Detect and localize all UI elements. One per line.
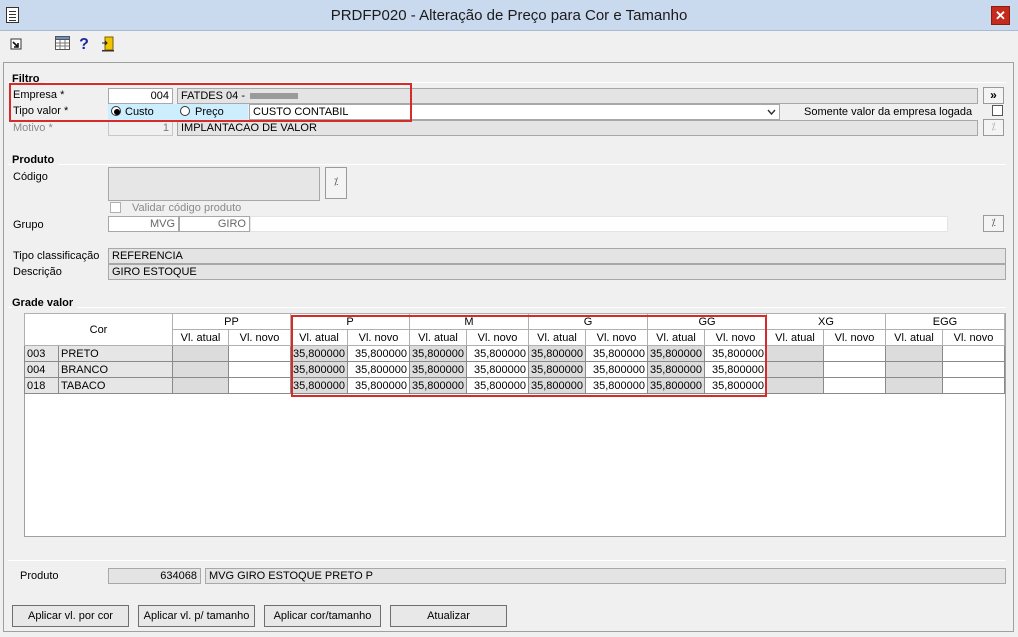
grupo-code2-input[interactable]: GIRO: [179, 216, 250, 232]
grupo-label: Grupo: [13, 219, 44, 231]
produto-title: Produto: [12, 154, 59, 166]
somente-empresa-checkbox[interactable]: [992, 105, 1003, 116]
highlight-grade-box: [291, 315, 767, 397]
cor-code-cell: 003: [24, 345, 59, 362]
vl-atual-cell: [766, 345, 824, 362]
cor-code-cell: 018: [24, 377, 59, 394]
vl-novo-cell[interactable]: [823, 345, 886, 362]
vl-novo-cell[interactable]: [228, 361, 291, 378]
cor-name-cell: BRANCO: [58, 361, 173, 378]
footer-produto-desc: MVG GIRO ESTOQUE PRETO P: [205, 568, 1006, 584]
highlight-filtro-box: [9, 83, 412, 122]
codigo-search-button[interactable]: ⁒: [325, 167, 347, 199]
grade-title: Grade valor: [12, 297, 78, 309]
footer-produto-code: 634068: [108, 568, 201, 584]
vl-novo-cell[interactable]: [942, 361, 1005, 378]
vl-atual-cell: [766, 361, 824, 378]
vl-novo-cell[interactable]: [228, 377, 291, 394]
grupo-code-input[interactable]: MVG: [108, 216, 179, 232]
aplicar-cor-tamanho-button[interactable]: Aplicar cor/tamanho: [264, 605, 381, 627]
expand-button[interactable]: »: [983, 87, 1004, 104]
tipo-classificacao-label: Tipo classificação: [13, 250, 100, 262]
vl-novo-cell[interactable]: [823, 377, 886, 394]
cor-name-cell: TABACO: [58, 377, 173, 394]
vl-atual-cell: [172, 377, 229, 394]
atualizar-button[interactable]: Atualizar: [390, 605, 507, 627]
calendar-grid-icon[interactable]: [54, 36, 70, 54]
validar-codigo-label: Validar código produto: [132, 202, 242, 214]
window-title: PRDFP020 - Alteração de Preço para Cor e…: [330, 7, 688, 24]
size-header-egg: EGG: [885, 313, 1005, 330]
vl-atual-cell: [885, 361, 943, 378]
aplicar-por-cor-button[interactable]: Aplicar vl. por cor: [12, 605, 129, 627]
vl-novo-header: Vl. novo: [942, 329, 1005, 346]
toolbar: ?: [0, 31, 1018, 59]
grupo-desc-field: [250, 216, 948, 232]
vl-atual-header: Vl. atual: [172, 329, 229, 346]
close-button[interactable]: ✕: [991, 6, 1010, 25]
motivo-code-input[interactable]: 1: [108, 120, 173, 136]
vl-novo-cell[interactable]: [823, 361, 886, 378]
tipo-classificacao-field: REFERENCIA: [108, 248, 1006, 264]
footer-separator: [8, 560, 1006, 561]
validar-codigo-checkbox[interactable]: [110, 202, 121, 213]
aplicar-por-tamanho-button[interactable]: Aplicar vl. p/ tamanho: [138, 605, 255, 627]
motivo-search-button[interactable]: ⁒: [983, 119, 1004, 136]
cor-code-cell: 004: [24, 361, 59, 378]
descricao-label: Descrição: [13, 266, 62, 278]
grade-separator: [8, 307, 1006, 308]
somente-empresa-label: Somente valor da empresa logada: [804, 106, 973, 118]
help-icon[interactable]: ?: [78, 36, 90, 54]
codigo-input[interactable]: [108, 167, 320, 201]
descricao-field: GIRO ESTOQUE: [108, 264, 1006, 280]
vl-atual-cell: [766, 377, 824, 394]
size-header-pp: PP: [172, 313, 291, 330]
cor-name-cell: PRETO: [58, 345, 173, 362]
vl-atual-cell: [172, 345, 229, 362]
exit-door-icon[interactable]: [100, 36, 116, 54]
produto-separator: [8, 164, 1006, 165]
size-header-xg: XG: [766, 313, 886, 330]
codigo-label: Código: [13, 171, 48, 183]
grupo-search-button[interactable]: ⁒: [983, 215, 1004, 232]
motivo-label: Motivo *: [13, 122, 53, 134]
vl-atual-cell: [885, 377, 943, 394]
vl-atual-cell: [885, 345, 943, 362]
vl-atual-header: Vl. atual: [766, 329, 824, 346]
vl-atual-header: Vl. atual: [885, 329, 943, 346]
vl-novo-cell[interactable]: [942, 345, 1005, 362]
vl-novo-cell[interactable]: [942, 377, 1005, 394]
export-icon[interactable]: [9, 36, 23, 54]
chevron-down-icon[interactable]: [767, 105, 776, 119]
vl-novo-header: Vl. novo: [228, 329, 291, 346]
vl-novo-header: Vl. novo: [823, 329, 886, 346]
footer-produto-label: Produto: [20, 570, 59, 582]
motivo-desc-field: IMPLANTACAO DE VALOR: [177, 120, 978, 136]
vl-atual-cell: [172, 361, 229, 378]
cor-header: Cor: [24, 313, 173, 346]
vl-novo-cell[interactable]: [228, 345, 291, 362]
